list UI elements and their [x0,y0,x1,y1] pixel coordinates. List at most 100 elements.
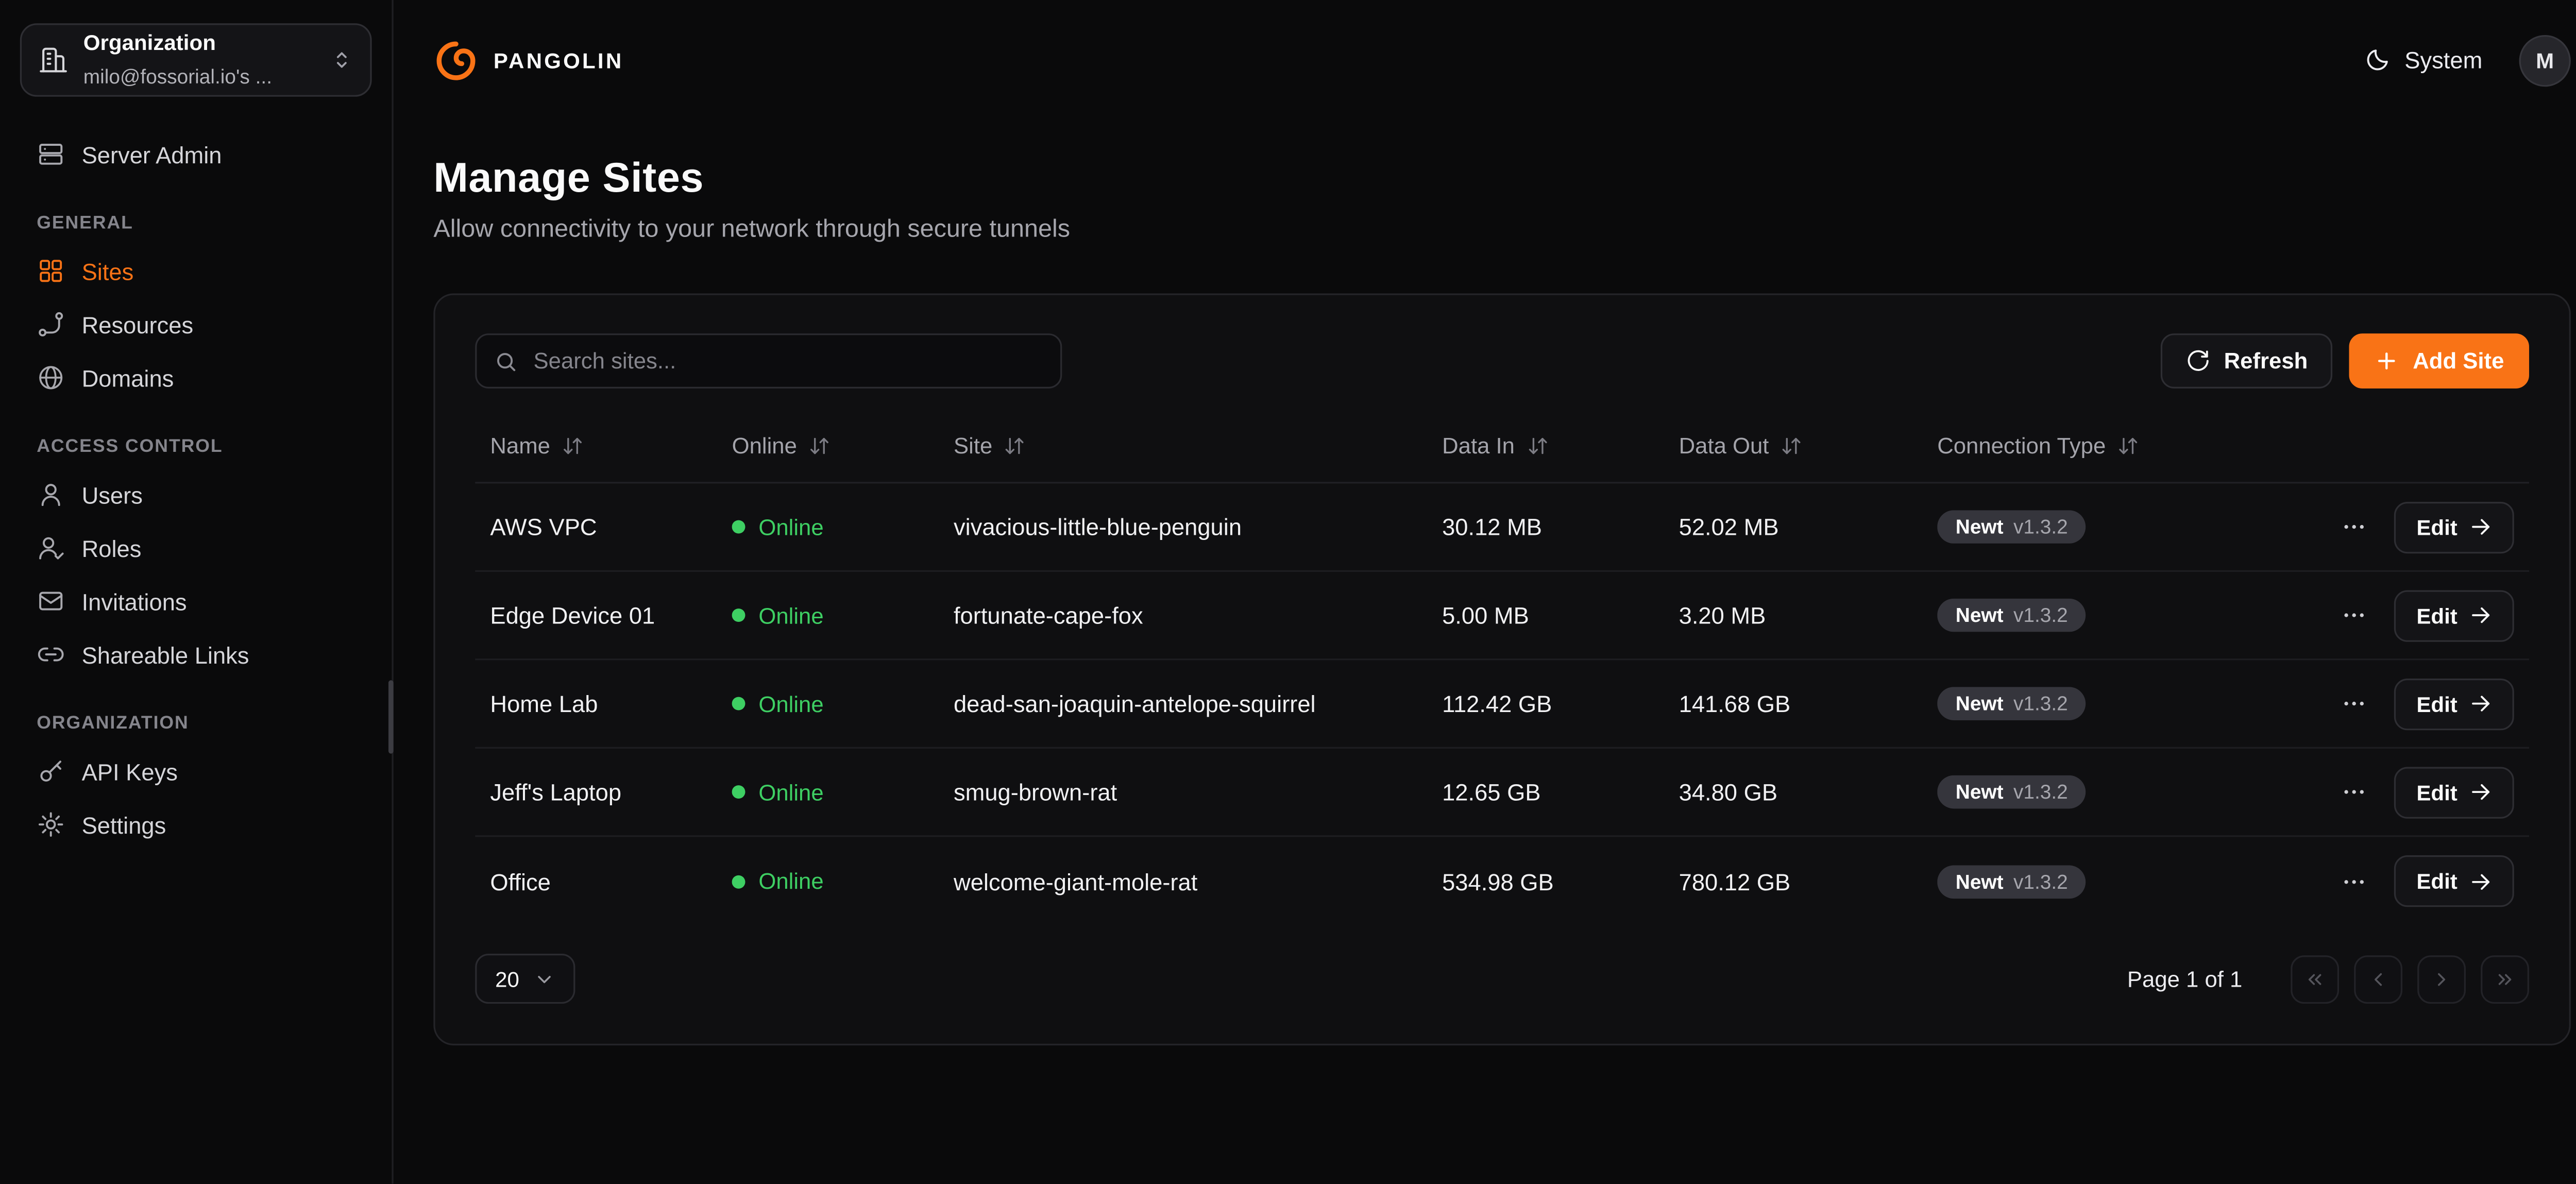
section-label-organization: ORGANIZATION [20,714,372,734]
pagination-right: Page 1 of 1 [2127,955,2529,1003]
column-header-name[interactable]: Name [490,433,732,459]
row-actions-cell: Edit [2332,855,2514,907]
column-header-online[interactable]: Online [732,433,954,459]
online-status-dot [732,874,745,888]
server-icon [37,140,65,168]
user-check-icon [37,534,65,562]
online-status-dot [732,608,745,622]
sidebar-item-sites[interactable]: Sites [20,245,372,297]
column-header-site[interactable]: Site [954,433,1442,459]
sidebar-item-domains[interactable]: Domains [20,352,372,403]
page-title: Manage Sites [433,154,2571,204]
online-status-dot [732,697,745,711]
online-status-cell: Online [732,691,954,716]
sidebar-item-label: API Keys [82,758,178,785]
data-in-cell: 30.12 MB [1442,514,1679,540]
table-toolbar: Refresh Add Site [475,333,2529,388]
table-body: AWS VPC Online vivacious-little-blue-pen… [475,483,2529,925]
add-site-button[interactable]: Add Site [2349,333,2529,388]
top-bar: PANGOLIN System M [394,0,2576,120]
previous-page-button[interactable] [2354,955,2402,1003]
table-row: Edge Device 01 Online fortunate-cape-fox… [475,572,2529,661]
sort-icon [1527,435,1548,457]
user-icon [37,480,65,509]
data-out-cell: 3.20 MB [1679,602,1938,629]
moon-icon [2365,47,2392,74]
page-size-select[interactable]: 20 [475,954,576,1004]
plus-icon [2375,348,2400,374]
sidebar-item-server-admin[interactable]: Server Admin [20,128,372,180]
page-subtitle: Allow connectivity to your network throu… [433,215,2571,243]
data-in-cell: 112.42 GB [1442,690,1679,717]
gear-icon [37,810,65,839]
edit-button[interactable]: Edit [2395,678,2514,729]
connection-type-cell: Newt v1.3.2 [1937,687,2332,720]
edit-label: Edit [2416,869,2457,894]
client-name: Newt [1956,871,2004,891]
sidebar-item-label: Users [82,481,143,508]
row-menu-button[interactable] [2335,595,2375,635]
edit-button[interactable]: Edit [2395,766,2514,818]
arrow-right-icon [2469,603,2492,627]
row-menu-button[interactable] [2335,684,2375,724]
edit-button[interactable]: Edit [2395,589,2514,641]
avatar[interactable]: M [2519,34,2571,86]
page-size-value: 20 [495,966,519,991]
edit-button[interactable]: Edit [2395,855,2514,907]
row-actions-cell: Edit [2332,766,2514,818]
theme-toggle[interactable]: System [2365,47,2483,74]
data-out-cell: 780.12 GB [1679,868,1938,894]
tunnel-name-cell: dead-san-joaquin-antelope-squirrel [954,690,1442,717]
client-version: v1.3.2 [2013,871,2068,891]
client-name: Newt [1956,517,2004,537]
row-menu-button[interactable] [2335,861,2375,901]
last-page-button[interactable] [2481,955,2529,1003]
link-icon [37,640,65,669]
mail-icon [37,587,65,615]
sidebar-item-label: Domains [82,364,174,391]
client-version: v1.3.2 [2013,782,2068,802]
sidebar-item-roles[interactable]: Roles [20,522,372,573]
sidebar-item-api-keys[interactable]: API Keys [20,745,372,797]
sidebar-item-resources[interactable]: Resources [20,298,372,350]
online-status-cell: Online [732,869,954,894]
next-page-button[interactable] [2417,955,2466,1003]
tunnel-name-cell: welcome-giant-mole-rat [954,868,1442,894]
sidebar-item-shareable-links[interactable]: Shareable Links [20,629,372,680]
org-selector[interactable]: Organization milo@fossorial.io's ... [20,23,372,96]
arrow-right-icon [2469,692,2492,715]
sidebar-item-invitations[interactable]: Invitations [20,575,372,627]
table-row: Jeff's Laptop Online smug-brown-rat 12.6… [475,749,2529,837]
table-row: Home Lab Online dead-san-joaquin-antelop… [475,660,2529,749]
tunnel-name-cell: vivacious-little-blue-penguin [954,514,1442,540]
section-label-access-control: ACCESS CONTROL [20,437,372,457]
brand[interactable]: PANGOLIN [433,38,623,82]
refresh-label: Refresh [2224,348,2308,374]
sidebar-item-settings[interactable]: Settings [20,799,372,850]
globe-icon [37,363,65,392]
sidebar-item-label: Resources [82,311,194,338]
data-out-cell: 34.80 GB [1679,779,1938,805]
connection-type-cell: Newt v1.3.2 [1937,865,2332,898]
tunnel-name-cell: smug-brown-rat [954,779,1442,805]
row-menu-button[interactable] [2335,772,2375,812]
client-version: v1.3.2 [2013,694,2068,714]
data-in-cell: 534.98 GB [1442,868,1679,894]
column-header-data-in[interactable]: Data In [1442,433,1679,459]
sidebar-scrollbar[interactable] [388,680,394,753]
org-selector-text: Organization milo@fossorial.io's ... [83,27,315,93]
sidebar-item-users[interactable]: Users [20,468,372,520]
sidebar-item-label: Invitations [82,588,187,615]
refresh-button[interactable]: Refresh [2161,333,2333,388]
edit-button[interactable]: Edit [2395,501,2514,552]
column-header-connection-type[interactable]: Connection Type [1937,433,2332,459]
site-name-cell: Edge Device 01 [490,602,732,629]
first-page-button[interactable] [2291,955,2339,1003]
client-name: Newt [1956,605,2004,625]
arrow-right-icon [2469,780,2492,803]
edit-label: Edit [2416,780,2457,805]
row-menu-button[interactable] [2335,507,2375,547]
column-header-data-out[interactable]: Data Out [1679,433,1938,459]
online-status-cell: Online [732,603,954,628]
search-input[interactable] [475,333,1062,388]
